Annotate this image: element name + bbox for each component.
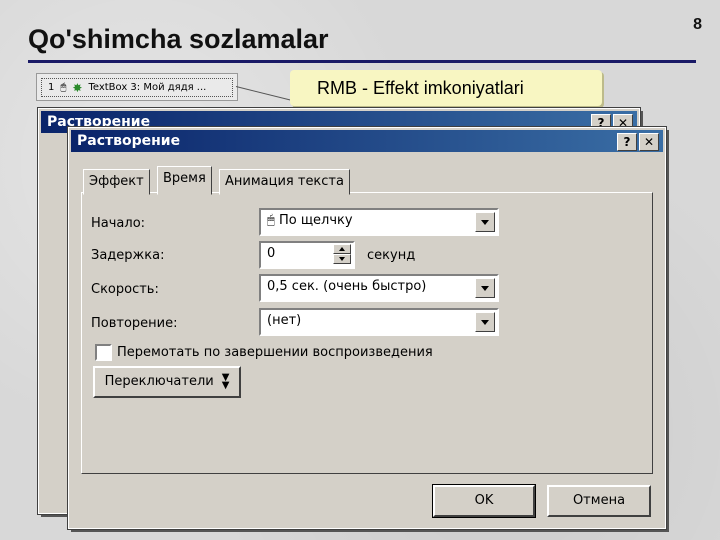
rewind-checkbox[interactable]: [95, 344, 112, 361]
animation-item-label: TextBox 3: Мой дядя ...: [88, 82, 207, 93]
callout-text: RMB - Effekt imkoniyatlari: [317, 78, 524, 98]
dissolve-dialog: Растворение ? ✕ Эффект Время Анимация те…: [67, 126, 667, 530]
dialog-titlebar[interactable]: Растворение ? ✕: [71, 130, 663, 152]
double-chevron-down-icon: ▼ ▼: [221, 371, 230, 391]
repeat-label: Повторение:: [91, 316, 178, 331]
callout-pointer: [235, 86, 291, 101]
callout: RMB - Effekt imkoniyatlari: [290, 70, 602, 106]
ok-button[interactable]: OK: [432, 484, 536, 518]
effect-star-icon: ✸: [72, 80, 83, 95]
start-label: Начало:: [91, 216, 146, 231]
cancel-label: Отмена: [572, 493, 626, 508]
speed-label: Скорость:: [91, 282, 159, 297]
animation-list[interactable]: 1 🖱 ✸ TextBox 3: Мой дядя ...: [36, 73, 238, 101]
rewind-label: Перемотать по завершении воспроизведения: [117, 345, 433, 360]
slide-number: 8: [693, 16, 702, 33]
delay-unit: секунд: [367, 248, 416, 263]
mouse-icon: 🖱: [60, 82, 67, 93]
help-button[interactable]: ?: [617, 133, 637, 151]
speed-value: 0,5 сек. (очень быстро): [267, 279, 427, 294]
delay-spinner[interactable]: [333, 244, 351, 264]
delay-stepper[interactable]: 0: [259, 241, 355, 269]
animation-index: 1: [48, 82, 55, 93]
speed-select[interactable]: 0,5 сек. (очень быстро): [259, 274, 499, 302]
chevron-down-icon[interactable]: [475, 212, 495, 232]
triggers-label: Переключатели: [104, 374, 214, 389]
close-button[interactable]: ✕: [639, 133, 659, 151]
delay-value: 0: [267, 246, 276, 261]
chevron-down-icon[interactable]: [475, 278, 495, 298]
delay-label: Задержка:: [91, 248, 165, 263]
repeat-select[interactable]: (нет): [259, 308, 499, 336]
spin-up-icon[interactable]: [333, 244, 351, 254]
tab-effect[interactable]: Эффект: [83, 169, 150, 195]
start-value: По щелчку: [278, 213, 353, 228]
animation-list-item[interactable]: 1 🖱 ✸ TextBox 3: Мой дядя ...: [41, 78, 233, 97]
dialog-title: Растворение: [77, 133, 181, 149]
tab-text-animation[interactable]: Анимация текста: [219, 169, 350, 195]
repeat-value: (нет): [267, 313, 302, 328]
spin-down-icon[interactable]: [333, 254, 351, 264]
start-select[interactable]: 🖱 По щелчку: [259, 208, 499, 236]
triggers-button[interactable]: Переключатели ▼ ▼: [93, 366, 241, 398]
tab-timing[interactable]: Время: [157, 166, 212, 195]
cancel-button[interactable]: Отмена: [547, 485, 651, 517]
chevron-down-icon[interactable]: [475, 312, 495, 332]
slide-title: Qo'shimcha sozlamalar: [28, 24, 329, 54]
mouse-icon: 🖱: [267, 213, 275, 228]
ok-label: OK: [474, 493, 494, 508]
title-rule: [28, 60, 696, 63]
